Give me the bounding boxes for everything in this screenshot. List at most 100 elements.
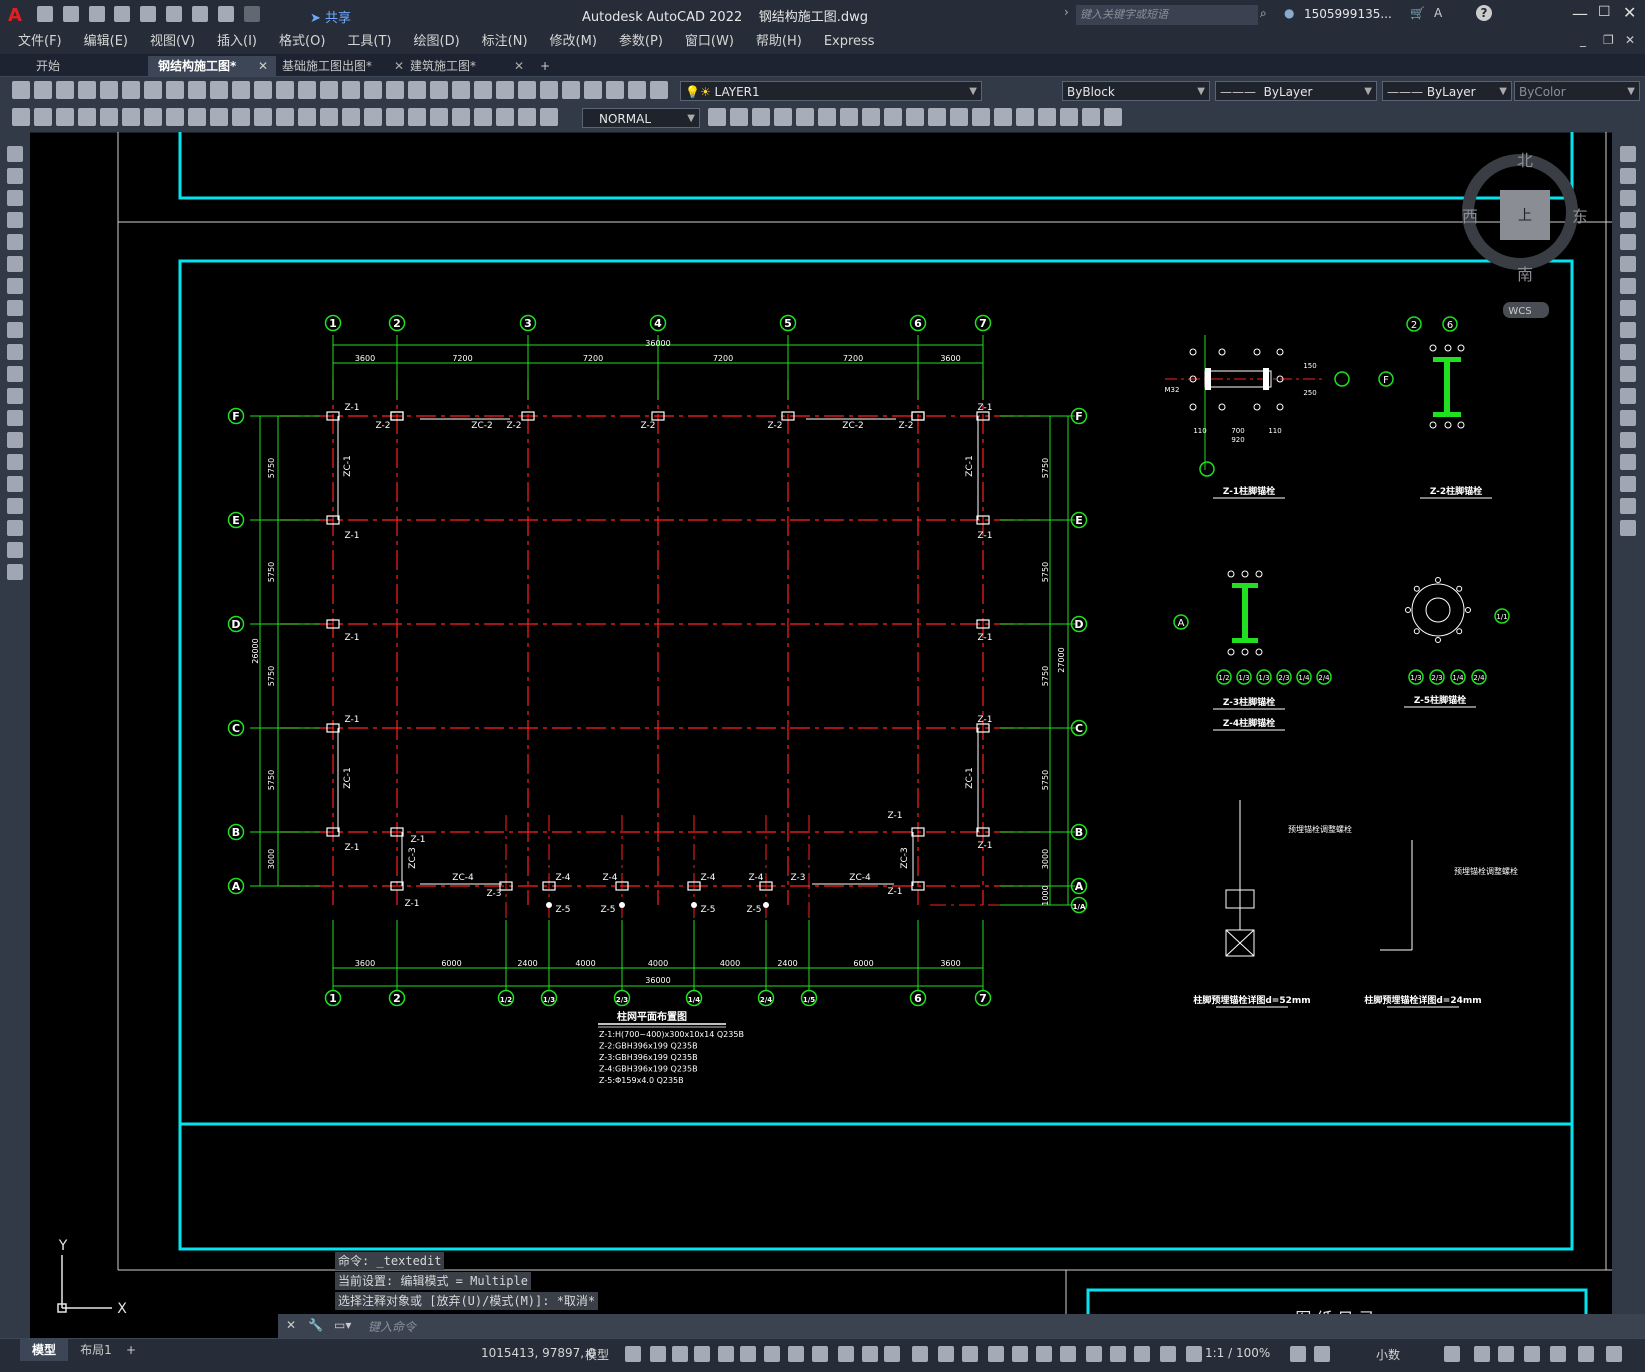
menu-item[interactable]: 工具(T)	[347, 30, 391, 54]
web-save-icon[interactable]	[166, 6, 183, 22]
modify-tool-icon[interactable]	[928, 108, 946, 126]
status-toggle-icon[interactable]	[1444, 1346, 1460, 1362]
modify-tool-icon[interactable]	[1620, 498, 1636, 514]
toolbar-tool-icon[interactable]	[496, 81, 514, 99]
draw-tool-icon[interactable]	[540, 108, 558, 126]
status-toggle-icon[interactable]	[812, 1346, 828, 1362]
modify-tool-icon[interactable]	[1620, 388, 1636, 404]
draw-tool-icon[interactable]	[7, 322, 23, 338]
draw-tool-icon[interactable]	[7, 168, 23, 184]
toolbar-tool-icon[interactable]	[364, 81, 382, 99]
draw-tool-icon[interactable]	[386, 108, 404, 126]
status-toggle-icon[interactable]	[1550, 1346, 1566, 1362]
redo-icon[interactable]	[243, 6, 260, 22]
modify-tool-icon[interactable]	[1620, 520, 1636, 536]
close-icon[interactable]: ✕	[1623, 3, 1636, 22]
modify-tool-icon[interactable]	[1104, 108, 1122, 126]
draw-tool-icon[interactable]	[7, 278, 23, 294]
search-icon[interactable]: ⌕	[1260, 6, 1267, 21]
draw-tool-icon[interactable]	[7, 476, 23, 492]
menu-item[interactable]: 绘图(D)	[414, 30, 460, 54]
viewcube[interactable]: 上 北 南 东 西 WCS	[1462, 151, 1588, 318]
draw-tool-icon[interactable]	[122, 108, 140, 126]
menu-item[interactable]: 编辑(E)	[84, 30, 128, 54]
draw-tool-icon[interactable]	[364, 108, 382, 126]
toolbar-tool-icon[interactable]	[34, 81, 52, 99]
draw-tool-icon[interactable]	[320, 108, 338, 126]
modify-tool-icon[interactable]	[1060, 108, 1078, 126]
menu-item[interactable]: 文件(F)	[18, 30, 62, 54]
toolbar-tool-icon[interactable]	[100, 81, 118, 99]
draw-tool-icon[interactable]	[12, 108, 30, 126]
viewcube-east-label[interactable]: 东	[1572, 207, 1588, 226]
draw-tool-icon[interactable]	[7, 498, 23, 514]
draw-tool-icon[interactable]	[7, 256, 23, 272]
search-input[interactable]: 键入关键字或短语	[1076, 5, 1258, 25]
menu-item[interactable]: 窗口(W)	[685, 30, 734, 54]
draw-tool-icon[interactable]	[7, 520, 23, 536]
modify-tool-icon[interactable]	[862, 108, 880, 126]
modify-tool-icon[interactable]	[1620, 344, 1636, 360]
modify-tool-icon[interactable]	[840, 108, 858, 126]
draw-tool-icon[interactable]	[34, 108, 52, 126]
status-toggle-icon[interactable]	[938, 1346, 954, 1362]
modify-tool-icon[interactable]	[950, 108, 968, 126]
toolbar-tool-icon[interactable]	[78, 81, 96, 99]
draw-tool-icon[interactable]	[188, 108, 206, 126]
draw-tool-icon[interactable]	[276, 108, 294, 126]
layer-dropdown[interactable]: 💡☀ LAYER1 ▼	[680, 81, 982, 101]
maximize-icon[interactable]: ☐	[1598, 4, 1611, 20]
annotation-scale[interactable]: 1:1 / 100%	[1205, 1346, 1270, 1360]
model-space-button[interactable]: 模型	[585, 1346, 609, 1363]
status-toggle-icon[interactable]	[988, 1346, 1004, 1362]
draw-tool-icon[interactable]	[452, 108, 470, 126]
status-toggle-icon[interactable]	[962, 1346, 978, 1362]
draw-tool-icon[interactable]	[7, 366, 23, 382]
viewcube-west-label[interactable]: 西	[1462, 207, 1478, 226]
menu-item[interactable]: 修改(M)	[550, 30, 597, 54]
toolbar-tool-icon[interactable]	[408, 81, 426, 99]
modify-tool-icon[interactable]	[1620, 190, 1636, 206]
modify-tool-icon[interactable]	[1620, 476, 1636, 492]
status-toggle-icon[interactable]	[1186, 1346, 1202, 1362]
save-icon[interactable]	[88, 6, 105, 22]
menu-item[interactable]: 标注(N)	[482, 30, 528, 54]
status-toggle-icon[interactable]	[788, 1346, 804, 1362]
coordinate-readout[interactable]: 1015413, 97897, 0	[481, 1346, 596, 1360]
toolbar-tool-icon[interactable]	[232, 81, 250, 99]
doc-close-icon[interactable]: ✕	[1625, 33, 1635, 47]
modify-tool-icon[interactable]	[774, 108, 792, 126]
tab-architecture[interactable]: 建筑施工图* ✕	[400, 56, 530, 76]
status-toggle-icon[interactable]	[838, 1346, 854, 1362]
toolbar-tool-icon[interactable]	[452, 81, 470, 99]
modify-tool-icon[interactable]	[1620, 168, 1636, 184]
modify-tool-icon[interactable]	[994, 108, 1012, 126]
draw-tool-icon[interactable]	[210, 108, 228, 126]
status-toggle-icon[interactable]	[1578, 1346, 1594, 1362]
modify-tool-icon[interactable]	[1620, 432, 1636, 448]
undo-icon[interactable]	[217, 6, 234, 22]
wcs-label[interactable]: WCS	[1508, 306, 1531, 317]
draw-tool-icon[interactable]	[7, 432, 23, 448]
viewcube-south-label[interactable]: 南	[1517, 265, 1533, 284]
draw-tool-icon[interactable]	[7, 146, 23, 162]
tab-close-icon[interactable]: ✕	[514, 56, 524, 76]
toolbar-tool-icon[interactable]	[254, 81, 272, 99]
units-dropdown[interactable]: 小数	[1376, 1346, 1400, 1363]
draw-tool-icon[interactable]	[7, 542, 23, 558]
toolbar-tool-icon[interactable]	[584, 81, 602, 99]
status-toggle-icon[interactable]	[650, 1346, 666, 1362]
toolbar-tool-icon[interactable]	[562, 81, 580, 99]
menu-item[interactable]: 插入(I)	[217, 30, 257, 54]
toolbar-tool-icon[interactable]	[540, 81, 558, 99]
modify-tool-icon[interactable]	[1620, 366, 1636, 382]
doc-restore-icon[interactable]: ❐	[1603, 33, 1614, 47]
linetype-dropdown[interactable]: ——— ByLayer ▼	[1215, 81, 1377, 101]
status-toggle-icon[interactable]	[1012, 1346, 1028, 1362]
modify-tool-icon[interactable]	[1620, 146, 1636, 162]
toolbar-tool-icon[interactable]	[166, 81, 184, 99]
menu-item[interactable]: Express	[824, 30, 875, 54]
modify-tool-icon[interactable]	[730, 108, 748, 126]
toolbar-tool-icon[interactable]	[12, 81, 30, 99]
doc-minimize-icon[interactable]: _	[1580, 33, 1586, 47]
